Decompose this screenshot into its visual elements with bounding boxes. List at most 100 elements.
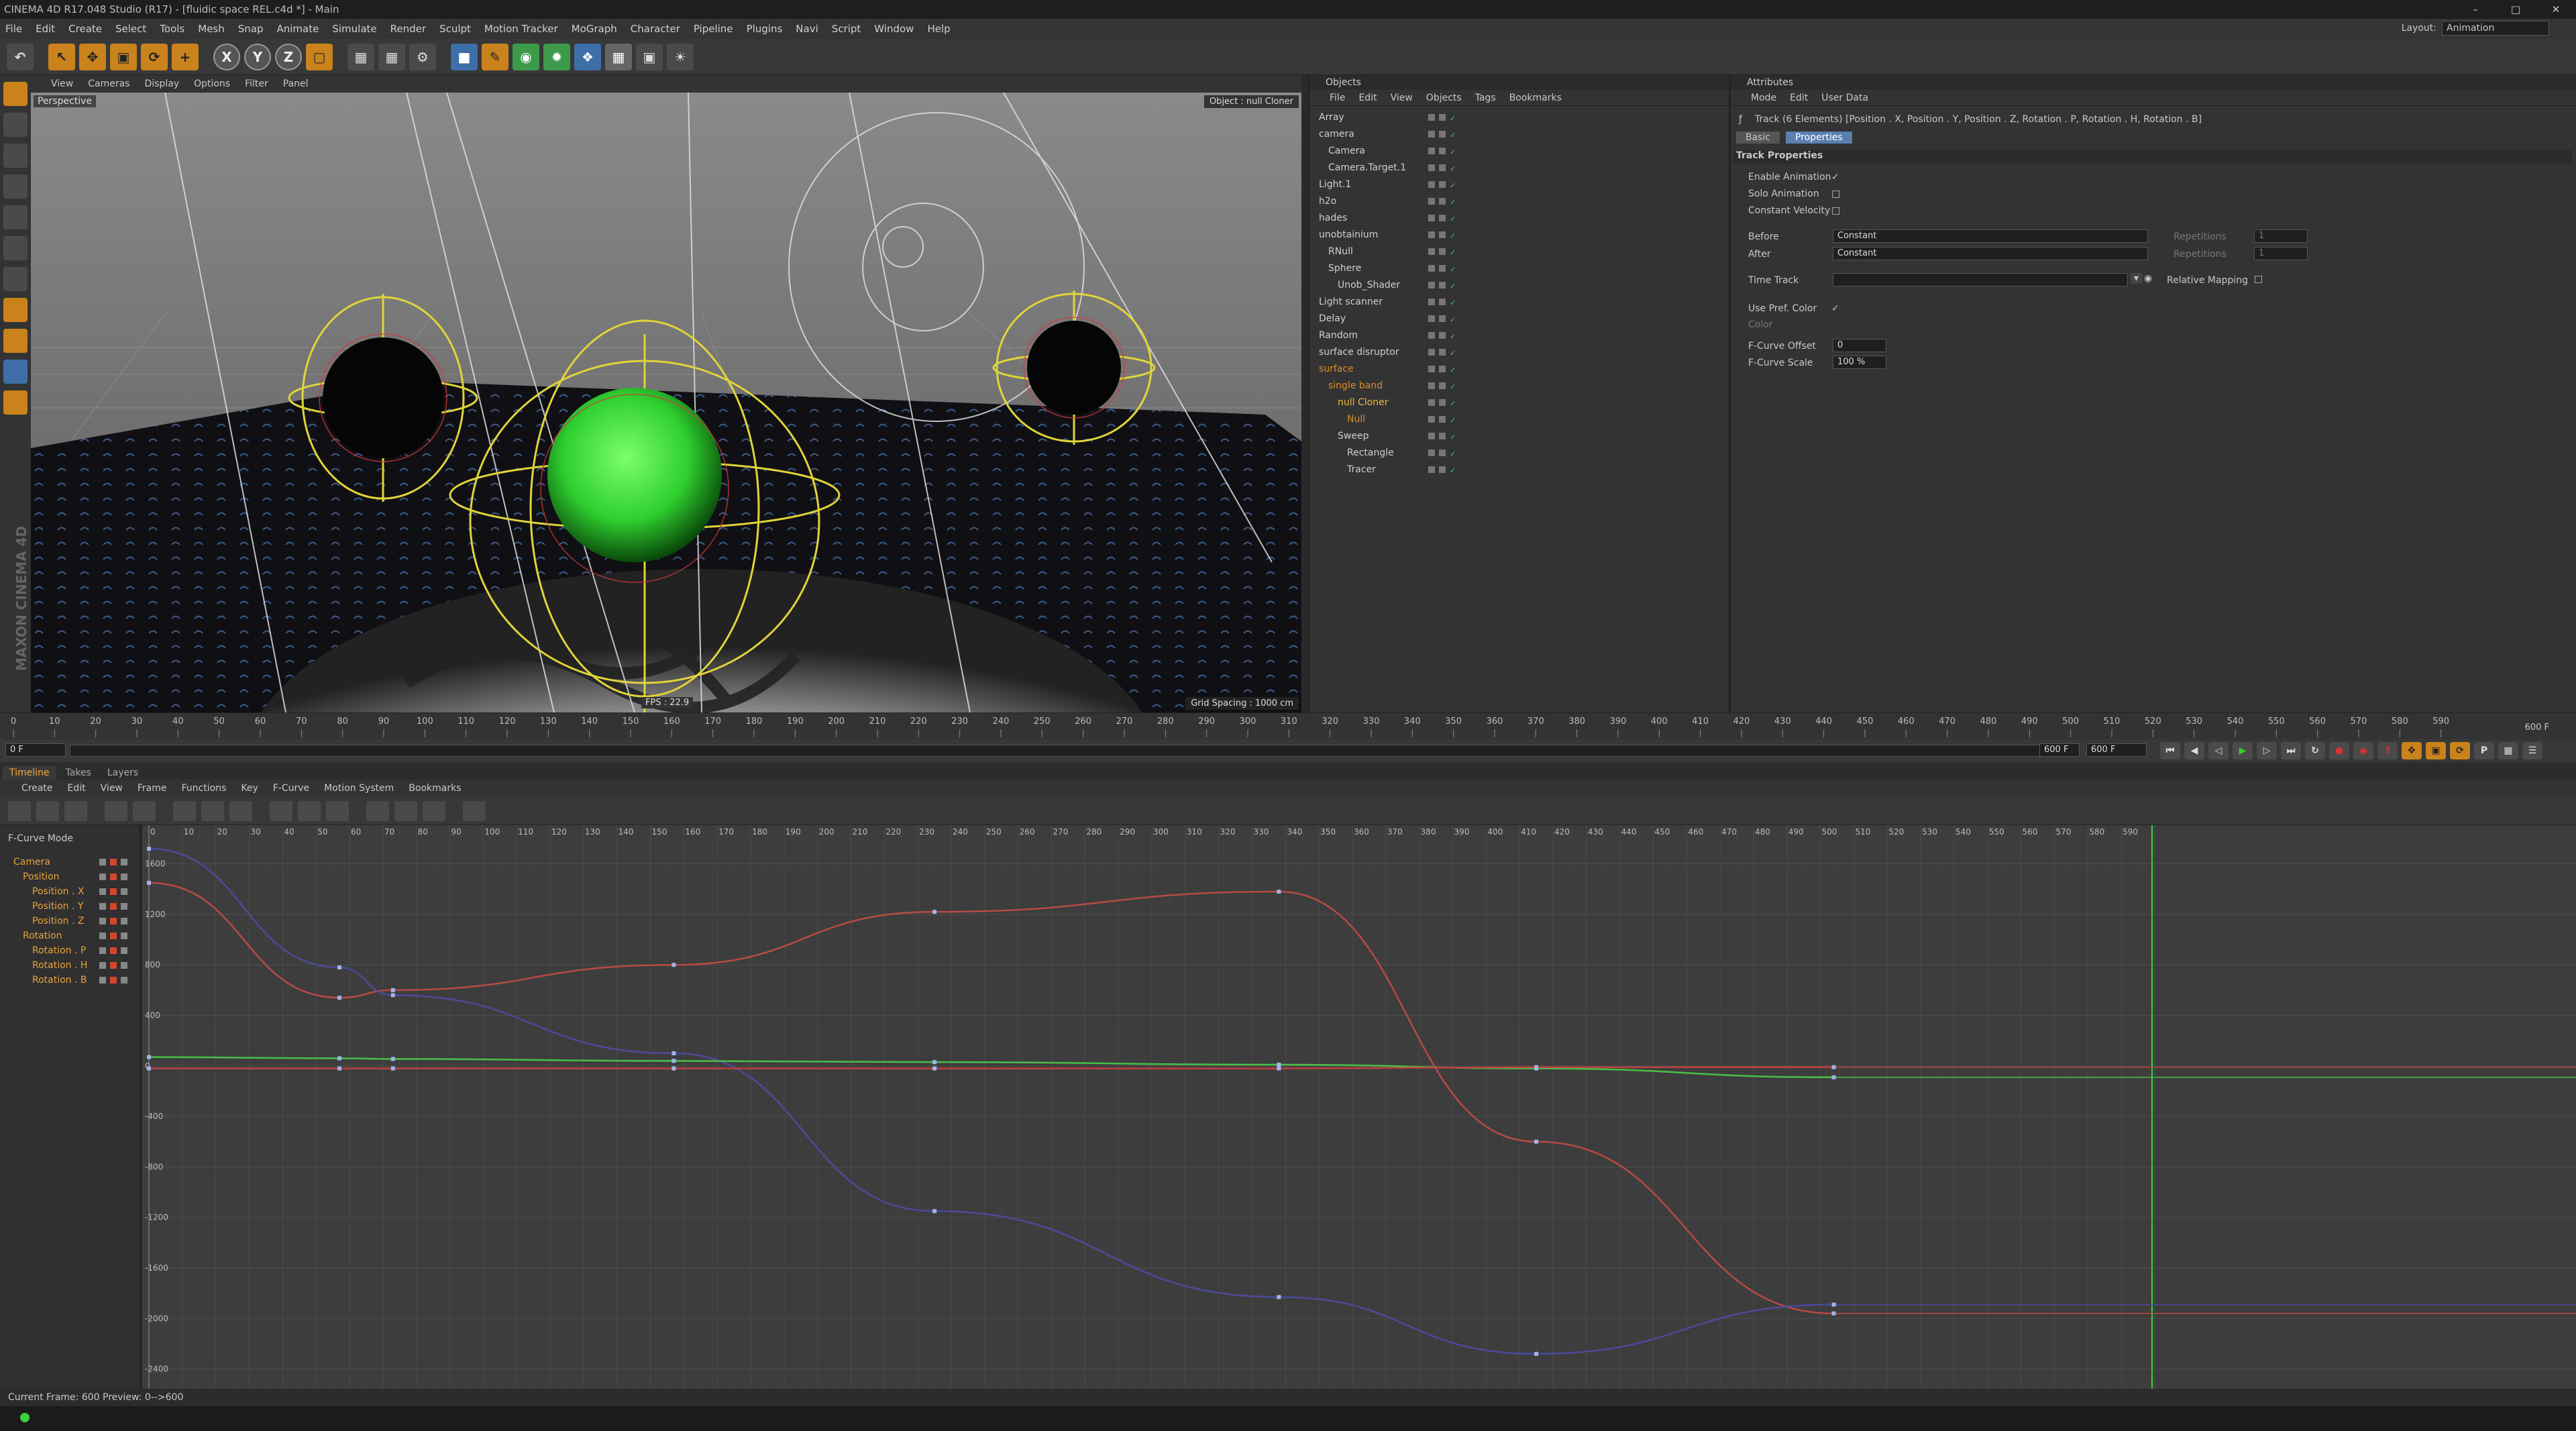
object-visibility-toggles[interactable]: ✓ [1428, 113, 1458, 123]
fcurve-keyframe[interactable] [1277, 1062, 1281, 1067]
goto-start-icon[interactable]: ⏮ [2160, 742, 2180, 759]
attributes-menu-item[interactable]: Edit [1790, 93, 1808, 103]
fcurve-keyframe[interactable] [932, 1060, 937, 1065]
fcurve-keyframe[interactable] [337, 996, 342, 1000]
object-row[interactable]: Light.1 ✓ [1309, 176, 1728, 193]
range-end-field[interactable]: 600 F [2086, 743, 2147, 757]
z-axis-button[interactable]: Z [275, 43, 302, 70]
enabled-check-icon[interactable]: ✓ [1450, 164, 1458, 173]
render-dot-icon[interactable] [1439, 382, 1446, 389]
track-lock-icon[interactable] [99, 962, 106, 969]
menu-item[interactable]: Render [390, 23, 426, 35]
goto-end-icon[interactable]: ⏭ [2281, 742, 2301, 759]
track-lock-icon[interactable] [99, 977, 106, 984]
cloner-icon[interactable]: ✹ [543, 43, 570, 70]
solo-animation-checkbox[interactable]: □ [1831, 189, 1840, 199]
render-dot-icon[interactable] [1439, 147, 1446, 154]
select-tool-icon[interactable]: ↖ [48, 43, 75, 70]
object-visibility-toggles[interactable]: ✓ [1428, 248, 1458, 257]
enabled-check-icon[interactable]: ✓ [1450, 466, 1458, 475]
enabled-check-icon[interactable]: ✓ [1450, 215, 1458, 223]
linear-interpolation-icon[interactable] [173, 800, 196, 821]
track-record-icon[interactable] [110, 888, 117, 895]
object-visibility-toggles[interactable]: ✓ [1428, 348, 1458, 358]
viewport-menu-item[interactable]: Cameras [88, 78, 129, 89]
enabled-check-icon[interactable]: ✓ [1450, 248, 1458, 257]
menu-item[interactable]: Tools [160, 23, 184, 35]
object-row[interactable]: null Cloner ✓ [1309, 394, 1728, 411]
render-dot-icon[interactable] [1439, 281, 1446, 288]
track-lock-icon[interactable] [99, 888, 106, 895]
objects-menu-item[interactable]: Edit [1358, 93, 1377, 103]
object-visibility-toggles[interactable]: ✓ [1428, 164, 1458, 173]
menu-item[interactable]: Simulate [332, 23, 376, 35]
enabled-check-icon[interactable]: ✓ [1450, 231, 1458, 240]
time-track-pick-icon[interactable]: ◉ [2144, 273, 2152, 284]
ripple-edit-icon[interactable] [64, 800, 87, 821]
render-dot-icon[interactable] [1439, 214, 1446, 221]
coordinate-system-icon[interactable]: ▢ [306, 43, 333, 70]
model-mode-icon[interactable] [3, 113, 28, 137]
use-pref-color-checkbox[interactable]: ✓ [1831, 303, 1839, 314]
object-row[interactable]: camera ✓ [1309, 125, 1728, 142]
fcurve-keyframe[interactable] [672, 963, 676, 967]
fcurve-menu-item[interactable]: Functions [182, 783, 227, 794]
track-lock-icon[interactable] [99, 947, 106, 954]
position-key-icon[interactable]: ✥ [2402, 742, 2422, 759]
loop-icon[interactable]: ↻ [2305, 742, 2325, 759]
autokey-icon[interactable]: ◉ [2353, 742, 2373, 759]
undo-icon[interactable]: ↶ [7, 43, 34, 70]
grid-icon[interactable] [3, 360, 28, 384]
fcurve-keyframe[interactable] [1534, 1065, 1539, 1069]
fcurve-track-row[interactable]: Rotation . P [0, 943, 140, 958]
visibility-dot-icon[interactable] [1428, 449, 1435, 456]
render-view-icon[interactable]: ▦ [347, 43, 374, 70]
ease-out-icon[interactable] [298, 800, 321, 821]
fcurve-keyframe[interactable] [1277, 1066, 1281, 1071]
fcurve-keyframe[interactable] [932, 1209, 937, 1214]
fcurve-keyframe[interactable] [390, 1057, 395, 1061]
enabled-check-icon[interactable]: ✓ [1450, 299, 1458, 307]
fcurve-keyframe[interactable] [337, 1066, 342, 1071]
menu-item[interactable]: Animate [277, 23, 319, 35]
repetitions-after-field[interactable]: 1 [2254, 247, 2308, 260]
edges-mode-icon[interactable] [3, 236, 28, 260]
record-icon[interactable]: ● [2329, 742, 2349, 759]
visibility-dot-icon[interactable] [1428, 399, 1435, 406]
render-dot-icon[interactable] [1439, 331, 1446, 339]
fcurve-series-line[interactable] [148, 882, 1834, 1315]
attributes-menu-item[interactable]: Mode [1751, 93, 1776, 103]
render-dot-icon[interactable] [1439, 130, 1446, 138]
before-dropdown[interactable]: Constant [1833, 229, 2148, 243]
visibility-dot-icon[interactable] [1428, 415, 1435, 423]
object-row[interactable]: Tracer ✓ [1309, 461, 1728, 478]
enabled-check-icon[interactable]: ✓ [1450, 399, 1458, 408]
object-row[interactable]: Null ✓ [1309, 411, 1728, 427]
render-dot-icon[interactable] [1439, 348, 1446, 356]
track-record-icon[interactable] [110, 903, 117, 910]
render-dot-icon[interactable] [1439, 113, 1446, 121]
fcurve-menu-item[interactable]: F-Curve [273, 783, 309, 794]
menu-item[interactable]: MoGraph [572, 23, 617, 35]
render-dot-icon[interactable] [1439, 315, 1446, 322]
object-visibility-toggles[interactable]: ✓ [1428, 214, 1458, 223]
fcurve-track-row[interactable]: Rotation . H [0, 958, 140, 973]
fcurve-track-row[interactable]: Rotation . B [0, 973, 140, 988]
current-frame-field[interactable]: 0 F [5, 743, 66, 757]
visibility-dot-icon[interactable] [1428, 331, 1435, 339]
constant-velocity-checkbox[interactable]: □ [1831, 205, 1840, 216]
fcurve-track-row[interactable]: Camera [0, 855, 140, 869]
pla-key-icon[interactable]: ▦ [2498, 742, 2518, 759]
timeline-tab[interactable]: Takes [59, 766, 98, 780]
fcurve-keyframe[interactable] [337, 965, 342, 969]
fcurve-track-toggles[interactable] [99, 933, 127, 939]
time-track-dropdown-icon[interactable]: ▾ [2131, 273, 2143, 284]
fcurve-menu-item[interactable]: View [101, 783, 123, 794]
object-visibility-toggles[interactable]: ✓ [1428, 147, 1458, 156]
object-visibility-toggles[interactable]: ✓ [1428, 130, 1458, 140]
fcurve-track-toggles[interactable] [99, 903, 127, 910]
polygons-mode-icon[interactable] [3, 267, 28, 291]
menu-item[interactable]: Character [631, 23, 680, 35]
prev-frame-icon[interactable]: ◁ [2208, 742, 2229, 759]
render-dot-icon[interactable] [1439, 264, 1446, 272]
